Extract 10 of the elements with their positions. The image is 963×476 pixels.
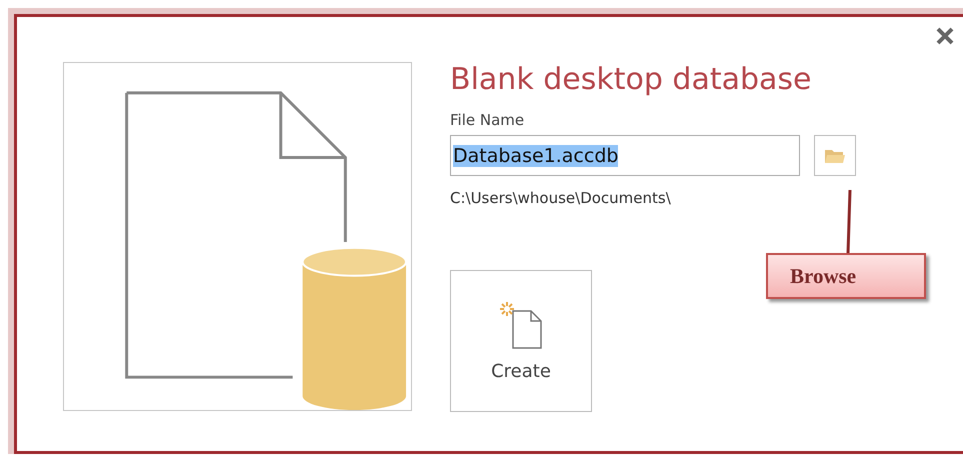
folder-path: C:\Users\whouse\Documents\	[450, 189, 672, 207]
close-icon[interactable]	[935, 26, 955, 46]
leader-line	[846, 190, 852, 254]
file-name-field[interactable]: Database1.accdb	[450, 135, 800, 176]
new-file-icon	[499, 300, 543, 348]
browse-callout: Browse	[766, 253, 926, 299]
folder-icon	[824, 148, 846, 164]
create-button[interactable]: Create	[450, 270, 592, 412]
file-name-label: File Name	[450, 111, 526, 129]
dialog-title: Blank desktop database	[450, 62, 813, 97]
